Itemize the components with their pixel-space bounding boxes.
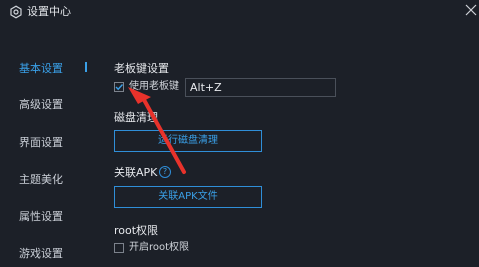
associate-apk-button[interactable]: 关联APK文件	[114, 186, 262, 208]
boss-key-checkbox[interactable]	[114, 82, 124, 92]
help-icon[interactable]: ?	[159, 166, 171, 178]
checkmark-icon	[115, 84, 124, 91]
apk-assoc-heading: 关联APK	[114, 166, 158, 179]
sidebar-item-interface[interactable]: 界面设置	[19, 136, 63, 150]
active-indicator	[85, 62, 87, 72]
root-checkbox-label: 开启root权限	[129, 242, 190, 253]
boss-key-hotkey-input[interactable]: Alt+Z	[185, 78, 336, 97]
boss-key-heading: 老板键设置	[114, 62, 169, 75]
sidebar-item-game[interactable]: 游戏设置	[19, 247, 63, 261]
sidebar-item-advanced[interactable]: 高级设置	[19, 98, 63, 112]
sidebar-item-properties[interactable]: 属性设置	[19, 210, 63, 224]
sidebar-item-basic[interactable]: 基本设置	[19, 62, 63, 76]
close-icon[interactable]	[465, 3, 477, 17]
window-title: 设置中心	[27, 5, 71, 18]
root-heading: root权限	[114, 224, 159, 237]
run-disk-clean-button[interactable]: 运行磁盘清理	[114, 130, 262, 152]
sidebar-item-theme[interactable]: 主题美化	[19, 173, 63, 187]
disk-clean-heading: 磁盘清理	[114, 111, 158, 124]
boss-key-checkbox-label: 使用老板键	[129, 81, 179, 92]
title-bar: 设置中心	[0, 0, 479, 26]
root-checkbox[interactable]	[114, 243, 124, 253]
settings-gear-icon	[10, 5, 22, 19]
